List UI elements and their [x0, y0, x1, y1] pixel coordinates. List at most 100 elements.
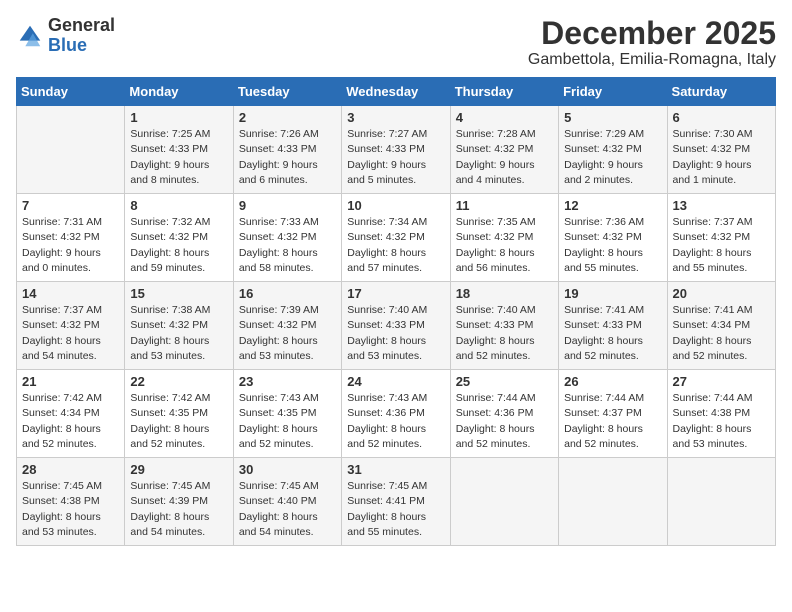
cell-content: Sunrise: 7:37 AMSunset: 4:32 PMDaylight:… — [22, 304, 102, 362]
day-number: 11 — [456, 198, 553, 213]
cell-content: Sunrise: 7:35 AMSunset: 4:32 PMDaylight:… — [456, 216, 536, 274]
calendar-cell: 18 Sunrise: 7:40 AMSunset: 4:33 PMDayligh… — [450, 282, 558, 370]
calendar-week-row: 14Sunrise: 7:37 AMSunset: 4:32 PMDayligh… — [17, 282, 776, 370]
day-number: 25 — [456, 374, 553, 389]
calendar-cell: 12Sunrise: 7:36 AMSunset: 4:32 PMDayligh… — [559, 194, 667, 282]
calendar-cell: 24 Sunrise: 7:43 AMSunset: 4:36 PMDayligh… — [342, 370, 450, 458]
day-number: 24 — [347, 374, 444, 389]
cell-content: Sunrise: 7:27 AMSunset: 4:33 PMDaylight:… — [347, 128, 427, 186]
cell-content: Sunrise: 7:32 AMSunset: 4:32 PMDaylight:… — [130, 216, 210, 274]
day-number: 5 — [564, 110, 661, 125]
calendar-cell — [559, 458, 667, 546]
calendar-cell: 20 Sunrise: 7:41 AMSunset: 4:34 PMDayligh… — [667, 282, 775, 370]
calendar-cell: 26Sunrise: 7:44 AMSunset: 4:37 PMDayligh… — [559, 370, 667, 458]
day-number: 13 — [673, 198, 770, 213]
logo-text: General Blue — [48, 16, 115, 56]
calendar-cell: 19Sunrise: 7:41 AMSunset: 4:33 PMDayligh… — [559, 282, 667, 370]
calendar-cell: 14Sunrise: 7:37 AMSunset: 4:32 PMDayligh… — [17, 282, 125, 370]
calendar-week-row: 7 Sunrise: 7:31 AMSunset: 4:32 PMDaylight… — [17, 194, 776, 282]
title-area: December 2025 Gambettola, Emilia-Romagna… — [528, 16, 776, 69]
calendar-cell: 15Sunrise: 7:38 AMSunset: 4:32 PMDayligh… — [125, 282, 233, 370]
day-number: 16 — [239, 286, 336, 301]
cell-content: Sunrise: 7:42 AMSunset: 4:35 PMDaylight:… — [130, 392, 210, 450]
day-number: 8 — [130, 198, 227, 213]
day-number: 17 — [347, 286, 444, 301]
calendar-cell: 30 Sunrise: 7:45 AMSunset: 4:40 PMDayligh… — [233, 458, 341, 546]
cell-content: Sunrise: 7:43 AMSunset: 4:35 PMDaylight:… — [239, 392, 319, 450]
calendar-table: SundayMondayTuesdayWednesdayThursdayFrid… — [16, 77, 776, 546]
logo-icon — [16, 22, 44, 50]
calendar-cell: 25 Sunrise: 7:44 AMSunset: 4:36 PMDayligh… — [450, 370, 558, 458]
day-number: 19 — [564, 286, 661, 301]
day-number: 1 — [130, 110, 227, 125]
day-number: 12 — [564, 198, 661, 213]
calendar-cell: 1Sunrise: 7:25 AMSunset: 4:33 PMDaylight… — [125, 106, 233, 194]
calendar-cell: 27 Sunrise: 7:44 AMSunset: 4:38 PMDayligh… — [667, 370, 775, 458]
cell-content: Sunrise: 7:31 AMSunset: 4:32 PMDaylight:… — [22, 216, 102, 274]
weekday-header-sunday: Sunday — [17, 78, 125, 106]
day-number: 27 — [673, 374, 770, 389]
cell-content: Sunrise: 7:30 AMSunset: 4:32 PMDaylight:… — [673, 128, 753, 186]
weekday-header-thursday: Thursday — [450, 78, 558, 106]
cell-content: Sunrise: 7:45 AMSunset: 4:39 PMDaylight:… — [130, 480, 210, 538]
cell-content: Sunrise: 7:41 AMSunset: 4:34 PMDaylight:… — [673, 304, 753, 362]
calendar-cell: 16Sunrise: 7:39 AMSunset: 4:32 PMDayligh… — [233, 282, 341, 370]
day-number: 18 — [456, 286, 553, 301]
cell-content: Sunrise: 7:45 AMSunset: 4:38 PMDaylight:… — [22, 480, 102, 538]
day-number: 29 — [130, 462, 227, 477]
cell-content: Sunrise: 7:44 AMSunset: 4:36 PMDaylight:… — [456, 392, 536, 450]
weekday-header-tuesday: Tuesday — [233, 78, 341, 106]
month-year-title: December 2025 — [528, 16, 776, 51]
calendar-cell: 4Sunrise: 7:28 AMSunset: 4:32 PMDaylight… — [450, 106, 558, 194]
cell-content: Sunrise: 7:43 AMSunset: 4:36 PMDaylight:… — [347, 392, 427, 450]
calendar-cell: 10Sunrise: 7:34 AMSunset: 4:32 PMDayligh… — [342, 194, 450, 282]
cell-content: Sunrise: 7:40 AMSunset: 4:33 PMDaylight:… — [456, 304, 536, 362]
logo: General Blue — [16, 16, 115, 56]
day-number: 2 — [239, 110, 336, 125]
calendar-cell: 17Sunrise: 7:40 AMSunset: 4:33 PMDayligh… — [342, 282, 450, 370]
calendar-cell — [17, 106, 125, 194]
calendar-week-row: 1Sunrise: 7:25 AMSunset: 4:33 PMDaylight… — [17, 106, 776, 194]
weekday-header-wednesday: Wednesday — [342, 78, 450, 106]
day-number: 6 — [673, 110, 770, 125]
calendar-cell: 31Sunrise: 7:45 AMSunset: 4:41 PMDayligh… — [342, 458, 450, 546]
cell-content: Sunrise: 7:45 AMSunset: 4:40 PMDaylight:… — [239, 480, 319, 538]
day-number: 28 — [22, 462, 119, 477]
weekday-header-friday: Friday — [559, 78, 667, 106]
day-number: 7 — [22, 198, 119, 213]
calendar-cell: 22 Sunrise: 7:42 AMSunset: 4:35 PMDayligh… — [125, 370, 233, 458]
calendar-cell: 8 Sunrise: 7:32 AMSunset: 4:32 PMDaylight… — [125, 194, 233, 282]
calendar-cell: 29 Sunrise: 7:45 AMSunset: 4:39 PMDayligh… — [125, 458, 233, 546]
weekday-header-row: SundayMondayTuesdayWednesdayThursdayFrid… — [17, 78, 776, 106]
day-number: 30 — [239, 462, 336, 477]
day-number: 15 — [130, 286, 227, 301]
cell-content: Sunrise: 7:37 AMSunset: 4:32 PMDaylight:… — [673, 216, 753, 274]
cell-content: Sunrise: 7:29 AMSunset: 4:32 PMDaylight:… — [564, 128, 644, 186]
day-number: 26 — [564, 374, 661, 389]
day-number: 4 — [456, 110, 553, 125]
day-number: 31 — [347, 462, 444, 477]
day-number: 3 — [347, 110, 444, 125]
calendar-cell: 28 Sunrise: 7:45 AMSunset: 4:38 PMDayligh… — [17, 458, 125, 546]
cell-content: Sunrise: 7:33 AMSunset: 4:32 PMDaylight:… — [239, 216, 319, 274]
calendar-cell: 5 Sunrise: 7:29 AMSunset: 4:32 PMDaylight… — [559, 106, 667, 194]
day-number: 22 — [130, 374, 227, 389]
calendar-cell: 23 Sunrise: 7:43 AMSunset: 4:35 PMDayligh… — [233, 370, 341, 458]
cell-content: Sunrise: 7:44 AMSunset: 4:38 PMDaylight:… — [673, 392, 753, 450]
day-number: 23 — [239, 374, 336, 389]
calendar-cell: 11 Sunrise: 7:35 AMSunset: 4:32 PMDayligh… — [450, 194, 558, 282]
weekday-header-monday: Monday — [125, 78, 233, 106]
day-number: 9 — [239, 198, 336, 213]
day-number: 21 — [22, 374, 119, 389]
calendar-cell — [667, 458, 775, 546]
cell-content: Sunrise: 7:26 AMSunset: 4:33 PMDaylight:… — [239, 128, 319, 186]
calendar-cell: 6 Sunrise: 7:30 AMSunset: 4:32 PMDaylight… — [667, 106, 775, 194]
calendar-cell: 21Sunrise: 7:42 AMSunset: 4:34 PMDayligh… — [17, 370, 125, 458]
calendar-cell: 3 Sunrise: 7:27 AMSunset: 4:33 PMDaylight… — [342, 106, 450, 194]
calendar-cell: 7 Sunrise: 7:31 AMSunset: 4:32 PMDaylight… — [17, 194, 125, 282]
weekday-header-saturday: Saturday — [667, 78, 775, 106]
location-subtitle: Gambettola, Emilia-Romagna, Italy — [528, 51, 776, 69]
cell-content: Sunrise: 7:34 AMSunset: 4:32 PMDaylight:… — [347, 216, 427, 274]
day-number: 20 — [673, 286, 770, 301]
page-header: General Blue December 2025 Gambettola, E… — [16, 16, 776, 69]
